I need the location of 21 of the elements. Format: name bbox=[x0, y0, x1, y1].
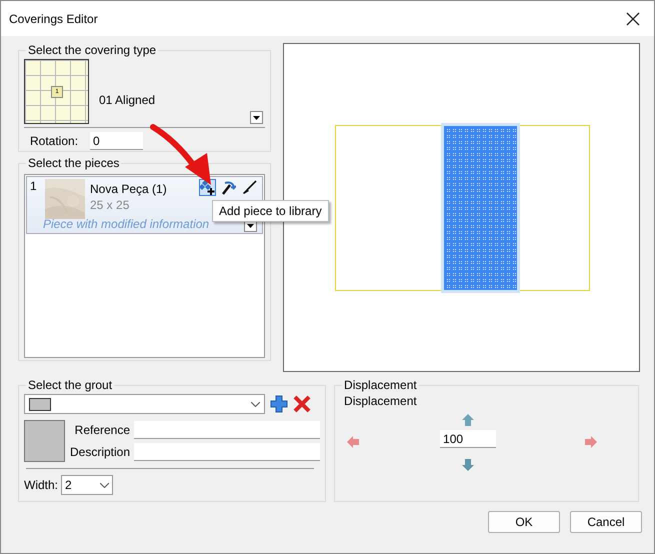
ok-button[interactable]: OK bbox=[488, 511, 560, 533]
piece-note: Piece with modified information bbox=[43, 217, 210, 231]
group-label: Select the grout bbox=[27, 378, 114, 392]
reference-label: Reference bbox=[74, 422, 130, 437]
tooltip: Add piece to library bbox=[212, 200, 329, 222]
description-label: Description bbox=[70, 445, 130, 460]
width-label: Width: bbox=[24, 478, 58, 492]
piece-name: Nova Peça (1) bbox=[90, 182, 167, 196]
displacement-field[interactable]: 100 bbox=[440, 430, 496, 448]
piece-size: 25 x 25 bbox=[90, 198, 130, 212]
group-label: Select the pieces bbox=[27, 156, 120, 170]
displacement-label: Displacement bbox=[343, 394, 418, 410]
rotation-label: Rotation: bbox=[30, 134, 78, 148]
cancel-button[interactable]: Cancel bbox=[570, 511, 642, 533]
window-title: Coverings Editor bbox=[9, 12, 98, 26]
rotation-field[interactable]: 0 bbox=[90, 132, 144, 150]
covering-name: 01 Aligned bbox=[99, 93, 156, 107]
piece-index: 1 bbox=[30, 179, 38, 195]
group-label: Displacement bbox=[343, 378, 418, 392]
group-label: Select the covering type bbox=[27, 43, 158, 57]
width-dropdown[interactable]: 2 bbox=[61, 475, 114, 495]
